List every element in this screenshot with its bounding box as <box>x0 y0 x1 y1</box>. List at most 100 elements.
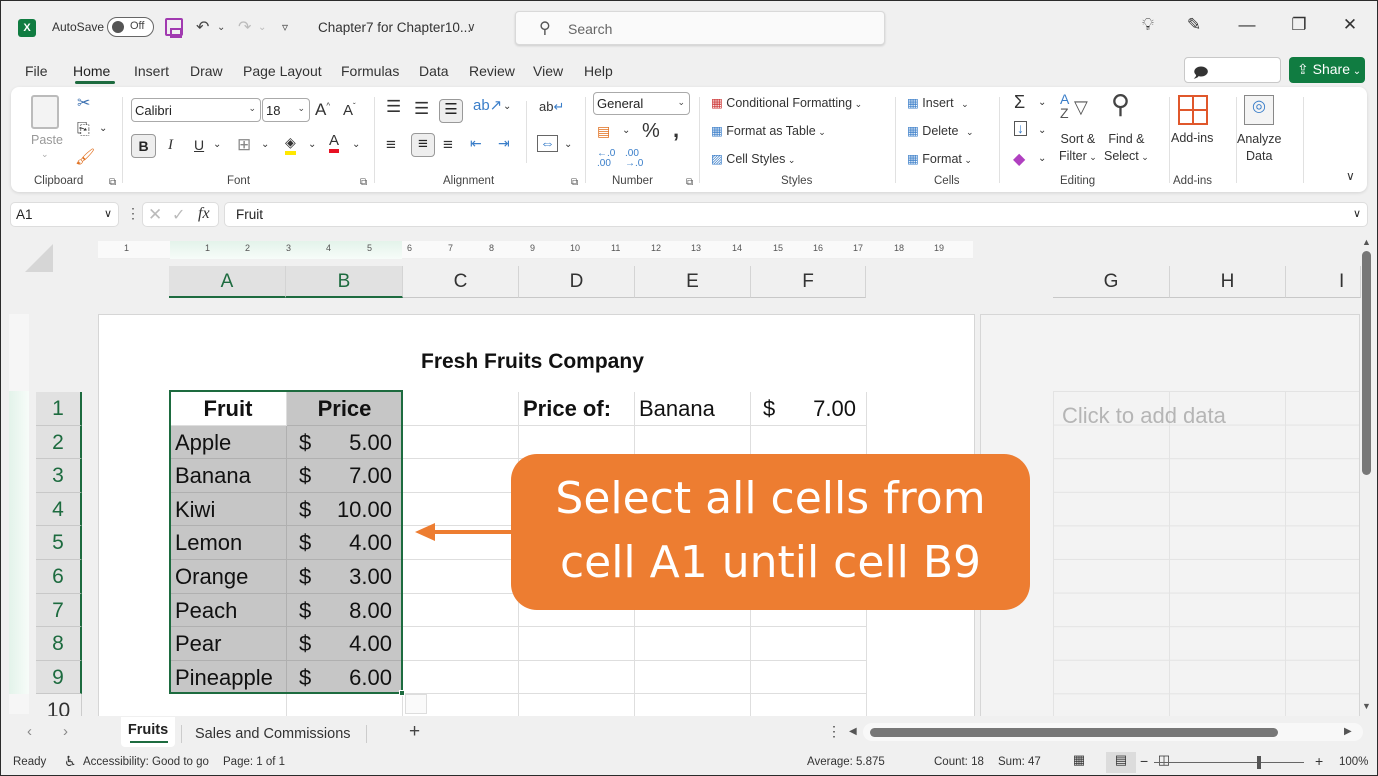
decrease-decimal-icon[interactable]: .00 →.0 <box>625 149 643 169</box>
cell[interactable] <box>403 425 519 460</box>
accounting-format-icon[interactable]: ▤ <box>597 123 610 140</box>
cell-styles-button[interactable]: ▨ Cell Styles ⌄ <box>711 151 795 166</box>
lightbulb-icon[interactable]: 💡︎ <box>1133 15 1163 35</box>
sort-filter-button[interactable]: Sort & Filter ⌄ <box>1059 131 1097 166</box>
number-launcher-icon[interactable]: ⧉ <box>686 177 693 188</box>
zoom-slider[interactable] <box>1154 762 1304 763</box>
font-name-select[interactable]: Calibri ⌄ <box>131 98 261 122</box>
tab-formulas[interactable]: Formulas <box>341 63 399 79</box>
collapse-ribbon-icon[interactable]: ∨ <box>1346 169 1355 183</box>
tab-help[interactable]: Help <box>584 63 613 79</box>
font-size-select[interactable]: 18 ⌄ <box>262 98 310 122</box>
wrap-text-icon[interactable]: ab↵ <box>539 99 564 115</box>
cell[interactable] <box>751 694 867 719</box>
tab-page-layout[interactable]: Page Layout <box>243 63 322 79</box>
share-button[interactable]: ⇪ Share ⌄ <box>1289 57 1365 83</box>
paste-dropdown-icon[interactable]: ⌄ <box>41 149 49 160</box>
align-left-icon[interactable]: ≡ <box>386 135 396 155</box>
cell[interactable] <box>287 694 403 719</box>
increase-decimal-icon[interactable]: ←.0.00 <box>597 149 615 169</box>
redo-icon[interactable]: ↷ <box>238 17 251 37</box>
sort-filter-icon[interactable]: AZ <box>1060 92 1069 120</box>
column-header-c[interactable]: C <box>403 266 519 298</box>
cell-fruit[interactable]: Kiwi <box>170 492 287 527</box>
number-format-select[interactable]: General ⌄ <box>593 92 690 115</box>
accessibility-status[interactable]: Accessibility: Good to go <box>83 756 209 768</box>
tab-review[interactable]: Review <box>469 63 515 79</box>
status-count[interactable]: Count: 18 <box>934 756 984 768</box>
cell[interactable] <box>751 627 867 661</box>
cell-d1[interactable]: Price of: <box>519 392 635 426</box>
cell[interactable] <box>403 627 519 661</box>
cell[interactable] <box>403 560 519 594</box>
cell[interactable] <box>403 459 519 493</box>
customize-toolbar-icon[interactable]: ▿ <box>282 20 288 34</box>
horizontal-scrollbar-thumb[interactable] <box>870 728 1278 737</box>
align-top-icon[interactable]: ☰ <box>386 97 401 117</box>
column-header-g[interactable]: G <box>1053 266 1170 298</box>
formula-input[interactable]: Fruit ∨ <box>224 202 1368 227</box>
document-title[interactable]: Chapter7 for Chapter10... <box>318 20 471 35</box>
column-header-a[interactable]: A <box>169 266 286 298</box>
borders-dropdown-icon[interactable]: ⌄ <box>261 139 269 150</box>
comma-style-icon[interactable]: , <box>673 117 679 143</box>
cell[interactable] <box>751 660 867 695</box>
cell[interactable] <box>403 492 519 527</box>
add-data-hint[interactable]: Click to add data <box>1062 403 1226 429</box>
row-header-3[interactable]: 3 <box>36 459 82 493</box>
copilot-pen-icon[interactable]: ✎ <box>1179 15 1209 35</box>
row-header-8[interactable]: 8 <box>36 627 82 661</box>
tab-split-handle-icon[interactable]: ⋮ <box>827 723 841 740</box>
next-sheet-icon[interactable]: › <box>63 723 68 740</box>
insert-cells-button[interactable]: ▦ Insert ⌄ <box>907 95 969 110</box>
cell[interactable] <box>403 593 519 628</box>
search-box[interactable]: ⚲ Search <box>515 11 885 45</box>
undo-dropdown-icon[interactable]: ⌄ <box>217 22 225 33</box>
column-header-f[interactable]: F <box>751 266 866 298</box>
cell[interactable] <box>519 660 635 695</box>
merge-dropdown-icon[interactable]: ⌄ <box>564 139 572 150</box>
cell-b1[interactable]: Price <box>287 392 403 426</box>
cut-icon[interactable]: ✂ <box>77 93 90 113</box>
select-all-corner[interactable] <box>25 244 53 272</box>
sheet-tab-sales-and-commissions[interactable]: Sales and Commissions <box>195 726 351 742</box>
align-middle-icon[interactable]: ☰ <box>414 99 429 119</box>
delete-cells-button[interactable]: ▦ Delete ⌄ <box>907 123 973 138</box>
orientation-icon[interactable]: ab↗ <box>473 96 502 114</box>
underline-dropdown-icon[interactable]: ⌄ <box>213 139 221 150</box>
tab-draw[interactable]: Draw <box>190 63 223 79</box>
decrease-font-icon[interactable]: Aˇ <box>343 102 356 119</box>
cell-price[interactable]: $6.00 <box>287 660 403 695</box>
undo-icon[interactable]: ↶ <box>196 17 209 37</box>
format-as-table-button[interactable]: ▦ Format as Table ⌄ <box>711 123 826 138</box>
cell-fruit[interactable]: Apple <box>170 425 287 460</box>
row-header-9[interactable]: 9 <box>36 660 82 695</box>
clear-icon[interactable]: ◆ <box>1013 149 1025 169</box>
zoom-out-button[interactable]: − <box>1140 753 1148 769</box>
cancel-icon[interactable]: ✕ <box>148 205 162 225</box>
increase-indent-icon[interactable]: ⇥ <box>498 135 510 152</box>
fill-dropdown-icon[interactable]: ⌄ <box>1038 125 1046 136</box>
addins-icon[interactable] <box>1178 95 1208 125</box>
cell-fruit[interactable]: Pineapple <box>170 660 287 695</box>
cell[interactable] <box>519 627 635 661</box>
tab-data[interactable]: Data <box>419 63 449 79</box>
bold-button[interactable]: B <box>131 134 156 158</box>
cell-f1[interactable]: $7.00 <box>751 392 867 426</box>
addins-button-label[interactable]: Add-ins <box>1171 131 1213 145</box>
cell-fruit[interactable]: Lemon <box>170 526 287 560</box>
cell-fruit[interactable]: Orange <box>170 560 287 594</box>
scroll-left-icon[interactable]: ◀ <box>849 726 857 737</box>
font-color-icon[interactable]: A <box>329 133 340 153</box>
merge-center-icon[interactable]: ⇔ <box>537 135 558 152</box>
restore-button[interactable]: ❐ <box>1284 15 1314 35</box>
row-header-7[interactable]: 7 <box>36 593 82 628</box>
cell[interactable] <box>170 694 287 719</box>
row-header-10[interactable]: 10 <box>36 694 82 722</box>
underline-button[interactable]: U <box>194 137 204 153</box>
zoom-slider-thumb[interactable] <box>1257 756 1261 769</box>
format-cells-button[interactable]: ▦ Format ⌄ <box>907 151 972 166</box>
scroll-right-icon[interactable]: ▶ <box>1344 726 1352 737</box>
column-header-e[interactable]: E <box>635 266 751 298</box>
tab-file[interactable]: File <box>25 63 48 79</box>
